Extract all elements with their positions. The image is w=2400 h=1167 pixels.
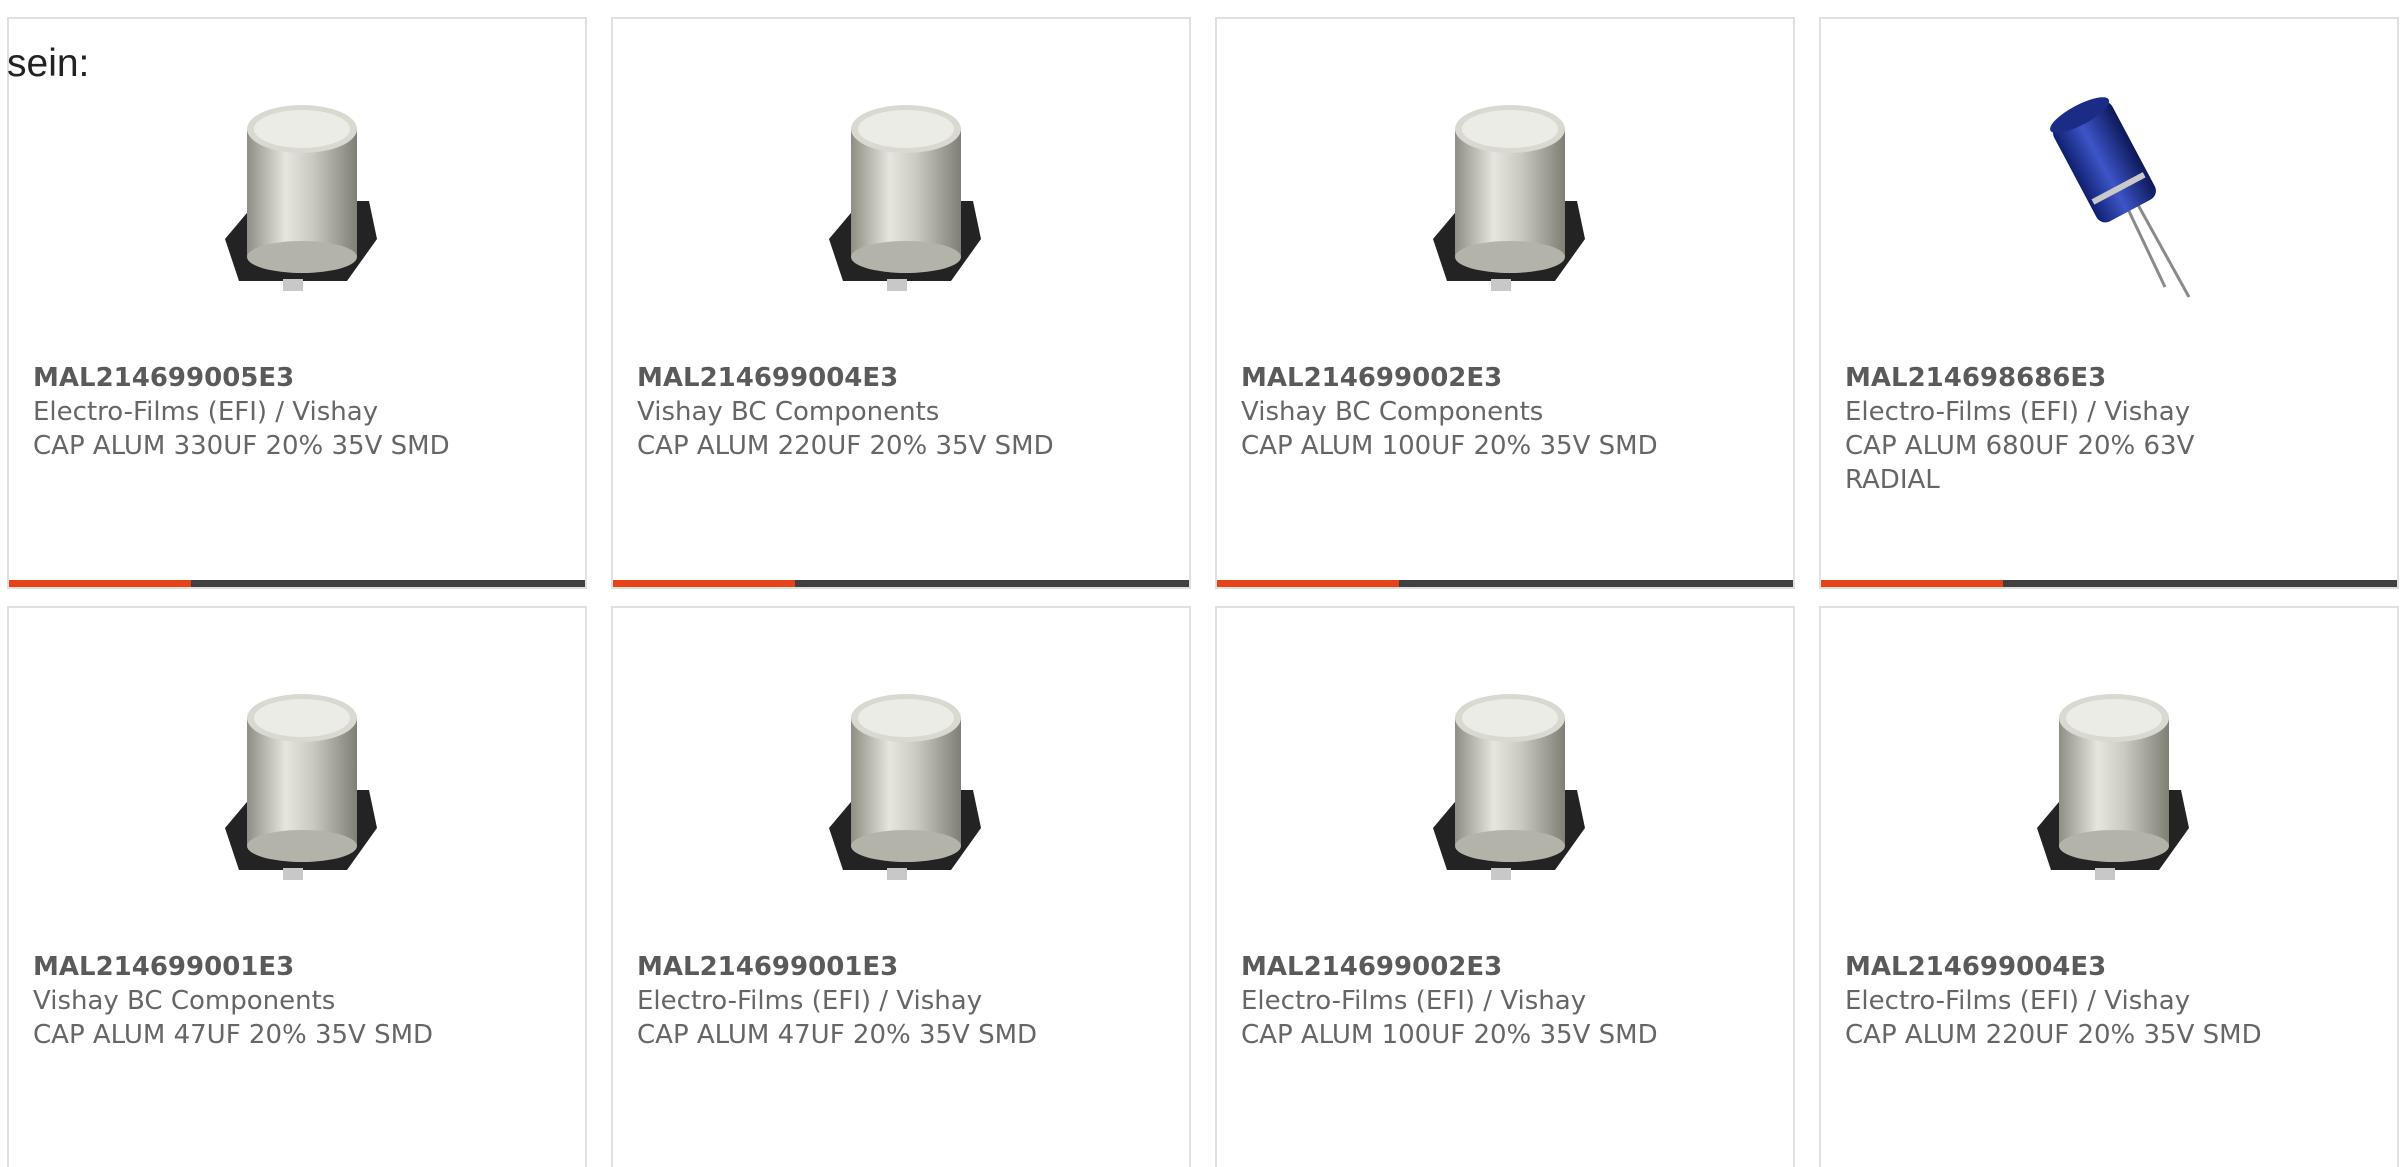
description: CAP ALUM 330UF 20% 35V SMD [33,431,450,461]
part-number[interactable]: MAL214699004E3 [637,361,1165,395]
product-info: MAL214699001E3 Vishay BC Components CAP … [33,950,561,1052]
card-accent-fill [1217,580,1399,587]
part-number[interactable]: MAL214699002E3 [1241,361,1769,395]
manufacturer: Electro-Films (EFI) / Vishay [1845,986,2191,1016]
card-accent-bar [9,580,585,587]
manufacturer: Electro-Films (EFI) / Vishay [1845,397,2191,427]
part-number[interactable]: MAL214699004E3 [1845,950,2373,984]
product-info: MAL214699001E3 Electro-Films (EFI) / Vis… [637,950,1165,1052]
description: CAP ALUM 680UF 20% 63V RADIAL [1845,431,2195,495]
product-card[interactable]: MAL214699004E3 Vishay BC Components CAP … [611,17,1191,589]
card-accent-bar [1217,580,1793,587]
product-image [1217,89,1793,307]
product-image [1821,678,2397,896]
product-card[interactable]: MAL214699002E3 Vishay BC Components CAP … [1215,17,1795,589]
card-accent-bar [1821,580,2397,587]
product-card[interactable]: MAL214698686E3 Electro-Films (EFI) / Vis… [1819,17,2399,589]
description: CAP ALUM 100UF 20% 35V SMD [1241,1020,1658,1050]
radial-capacitor-icon [2050,97,2191,298]
product-grid: MAL214699005E3 Electro-Films (EFI) / Vis… [7,17,2399,1167]
smd-capacitor-icon [225,105,377,291]
description: CAP ALUM 47UF 20% 35V SMD [637,1020,1038,1050]
product-image [1217,678,1793,896]
card-accent-fill [9,580,191,587]
manufacturer: Electro-Films (EFI) / Vishay [637,986,983,1016]
manufacturer: Vishay BC Components [637,397,940,427]
part-number[interactable]: MAL214699002E3 [1241,950,1769,984]
product-card[interactable]: MAL214699001E3 Vishay BC Components CAP … [7,606,587,1167]
smd-capacitor-icon [829,694,981,880]
product-image [613,678,1189,896]
product-card[interactable]: MAL214699005E3 Electro-Films (EFI) / Vis… [7,17,587,589]
smd-capacitor-icon [2037,694,2189,880]
description: CAP ALUM 220UF 20% 35V SMD [637,431,1054,461]
product-image [9,678,585,896]
part-number[interactable]: MAL214698686E3 [1845,361,2373,395]
product-image [1821,89,2397,307]
smd-capacitor-icon [1433,694,1585,880]
product-info: MAL214699004E3 Vishay BC Components CAP … [637,361,1165,463]
product-card[interactable]: MAL214699004E3 Electro-Films (EFI) / Vis… [1819,606,2399,1167]
product-info: MAL214699002E3 Electro-Films (EFI) / Vis… [1241,950,1769,1052]
part-number[interactable]: MAL214699005E3 [33,361,561,395]
part-number[interactable]: MAL214699001E3 [637,950,1165,984]
product-info: MAL214699004E3 Electro-Films (EFI) / Vis… [1845,950,2373,1052]
card-accent-fill [613,580,795,587]
manufacturer: Electro-Films (EFI) / Vishay [1241,986,1587,1016]
description: CAP ALUM 100UF 20% 35V SMD [1241,431,1658,461]
product-grid-page: sein: MAL214699005E3 Electro-Films (EFI)… [0,0,2400,1167]
smd-capacitor-icon [829,105,981,291]
card-accent-bar [613,580,1189,587]
smd-capacitor-icon [1433,105,1585,291]
product-image [613,89,1189,307]
product-image [9,89,585,307]
product-info: MAL214698686E3 Electro-Films (EFI) / Vis… [1845,361,2373,497]
intro-text: sein: [7,42,90,85]
card-accent-fill [1821,580,2003,587]
product-card[interactable]: MAL214699001E3 Electro-Films (EFI) / Vis… [611,606,1191,1167]
product-info: MAL214699002E3 Vishay BC Components CAP … [1241,361,1769,463]
description: CAP ALUM 220UF 20% 35V SMD [1845,1020,2262,1050]
manufacturer: Vishay BC Components [33,986,336,1016]
manufacturer: Electro-Films (EFI) / Vishay [33,397,379,427]
description: CAP ALUM 47UF 20% 35V SMD [33,1020,434,1050]
manufacturer: Vishay BC Components [1241,397,1544,427]
part-number[interactable]: MAL214699001E3 [33,950,561,984]
smd-capacitor-icon [225,694,377,880]
product-info: MAL214699005E3 Electro-Films (EFI) / Vis… [33,361,561,463]
product-card[interactable]: MAL214699002E3 Electro-Films (EFI) / Vis… [1215,606,1795,1167]
